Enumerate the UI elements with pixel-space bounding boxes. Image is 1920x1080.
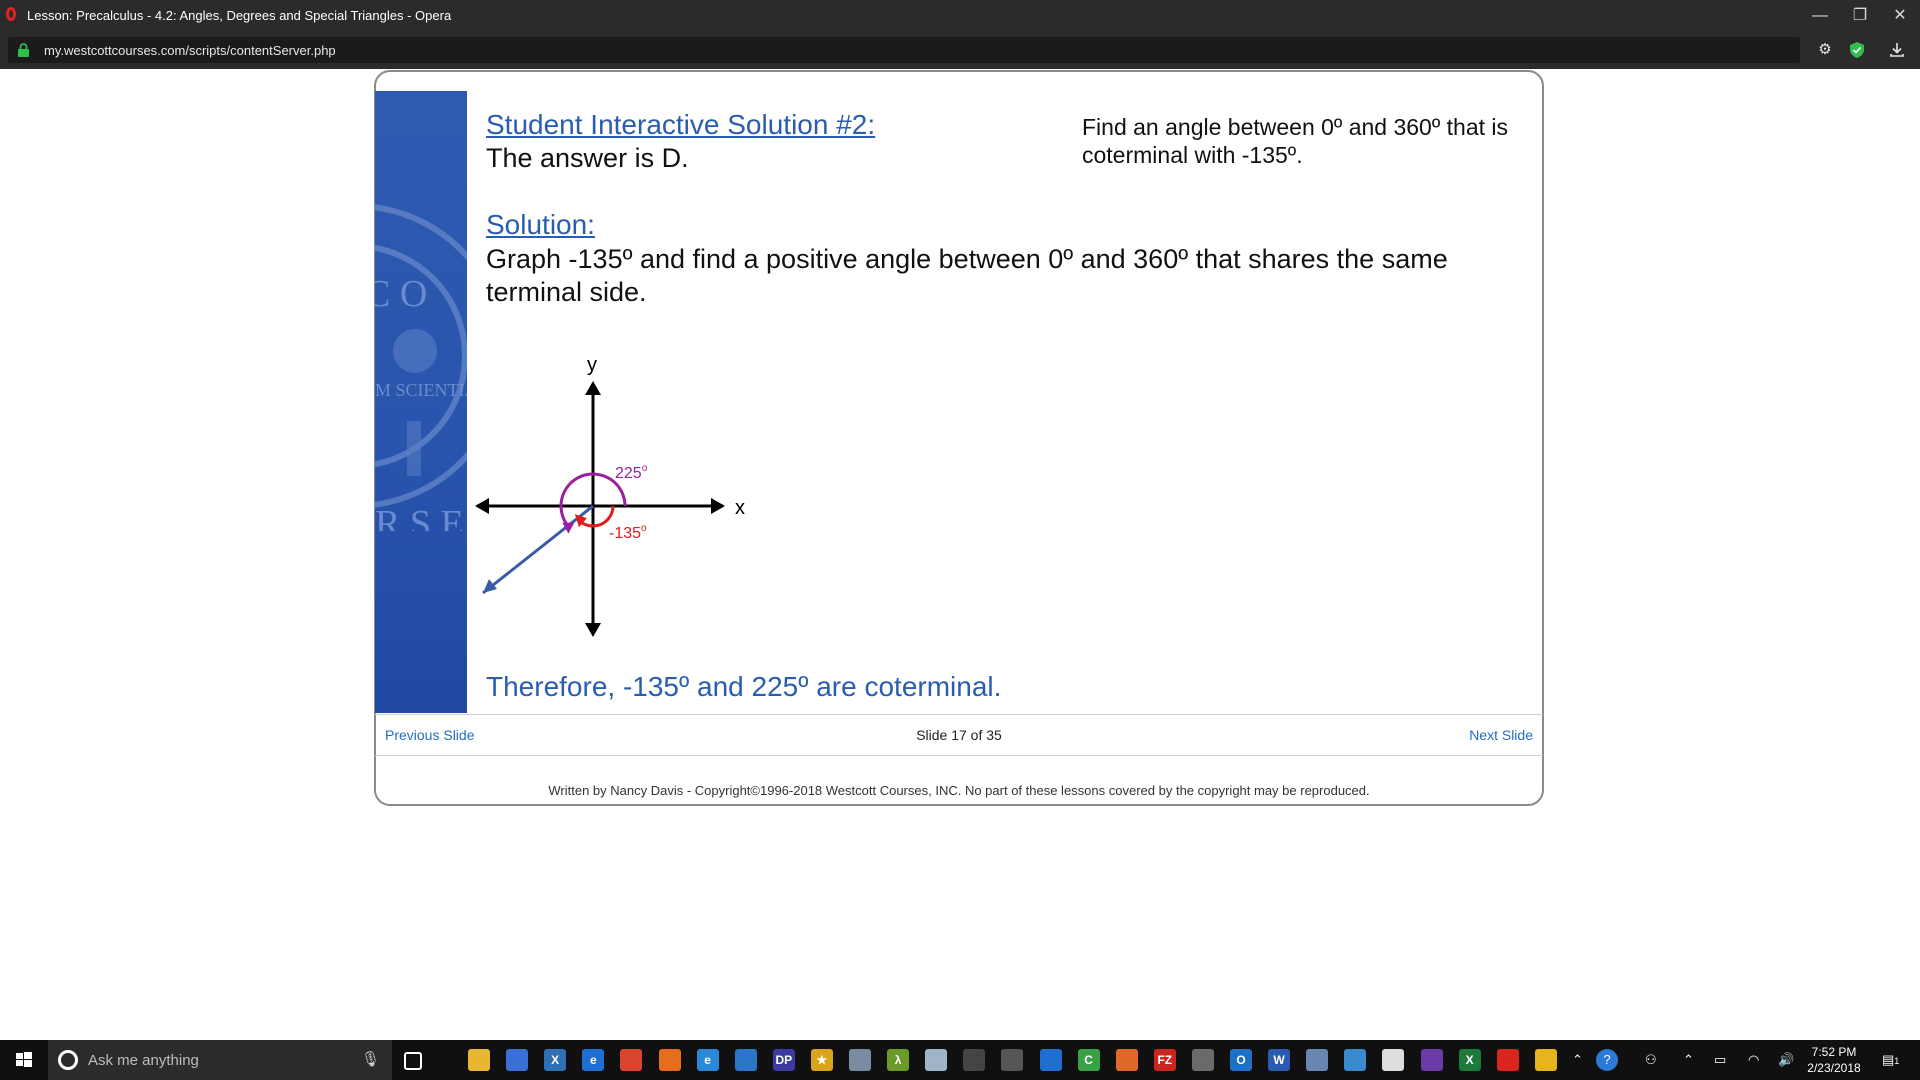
gear-icon[interactable]: ⚙ [1816, 41, 1834, 59]
camtasia-icon[interactable]: C [1077, 1049, 1100, 1071]
minimize-button[interactable]: — [1800, 0, 1840, 31]
y-axis-arrow-up [585, 381, 601, 395]
shield-icon[interactable] [1848, 41, 1866, 59]
solution-number-heading: Student Interactive Solution #2: [486, 109, 876, 140]
xampp-icon[interactable] [1115, 1049, 1138, 1071]
download-icon[interactable] [1888, 41, 1906, 59]
seal-text-bottom: R S E [375, 503, 464, 531]
coterminal-angle-diagram: x y 225o -135o [475, 354, 745, 637]
notification-icon: ▤ [1882, 1052, 1895, 1067]
windows-start-icon[interactable] [0, 1040, 48, 1080]
angle-label-225: 225o [615, 463, 648, 482]
lock-icon [18, 43, 29, 57]
network-app-icon[interactable] [1306, 1049, 1329, 1071]
solution-text: Graph -135º and find a positive angle be… [486, 244, 1448, 307]
outlook-icon[interactable]: O [1230, 1049, 1252, 1071]
angle-label-neg-135: -135o [609, 523, 647, 542]
search-placeholder: Ask me anything [88, 1052, 199, 1069]
powershell-icon[interactable] [734, 1049, 757, 1071]
clock-date: 2/23/2018 [1807, 1061, 1861, 1075]
cortana-search-box[interactable]: Ask me anything 🎙 [48, 1040, 392, 1080]
file-explorer-icon[interactable] [468, 1049, 490, 1071]
visual-studio-icon[interactable] [1420, 1049, 1443, 1071]
restore-button[interactable]: ❐ [1840, 0, 1880, 31]
copyright-notice: Written by Nancy Davis - Copyright©1996-… [548, 783, 1370, 798]
conclusion-text: Therefore, -135º and 225º are coterminal… [486, 671, 1002, 702]
window-title: Lesson: Precalculus - 4.2: Angles, Degre… [27, 8, 452, 23]
mail-icon[interactable] [1382, 1049, 1405, 1071]
show-hidden-icons[interactable]: ⌃ [1683, 1052, 1694, 1068]
star-app-icon[interactable]: ★ [810, 1049, 833, 1071]
tool-app-icon[interactable] [849, 1049, 871, 1071]
dp-app-icon[interactable]: DP [772, 1049, 795, 1071]
microphone-icon[interactable]: 🎙 [361, 1050, 380, 1068]
task-view-icon[interactable] [404, 1052, 422, 1070]
url-field[interactable]: my.westcottcourses.com/scripts/contentSe… [8, 37, 1800, 63]
angle-arc-neg-135 [577, 505, 615, 528]
x-axis-arrow-left [475, 498, 489, 514]
lambda-app-icon[interactable]: λ [887, 1049, 910, 1071]
people-icon[interactable]: ⚇ [1645, 1052, 1657, 1068]
teamviewer-icon[interactable] [1039, 1049, 1062, 1071]
chevron-up-icon[interactable]: ⌃ [1572, 1052, 1583, 1068]
taskbar: Ask me anything 🎙 Xe e DP ★ λ C FZ O W X ⌃ ? ⚇ ⌃ … [0, 1040, 1920, 1080]
chrome-icon[interactable] [620, 1049, 643, 1071]
system-clock[interactable]: 7:52 PM 2/23/2018 [1800, 1044, 1868, 1076]
slide-navigation: Previous Slide Slide 17 of 35 Next Slide [375, 714, 1543, 756]
seal-text-middle: M SCIENTIA [375, 380, 467, 400]
terminal-side-arrowhead [483, 579, 497, 593]
help-icon[interactable]: ? [1596, 1049, 1618, 1071]
remote-app-icon[interactable] [1344, 1049, 1367, 1071]
opera-icon[interactable] [1496, 1049, 1519, 1071]
wifi-icon[interactable]: ◠ [1748, 1052, 1759, 1068]
answer-text: The answer is D. [486, 143, 689, 173]
battery-icon[interactable]: ▭ [1714, 1052, 1726, 1068]
x-axis-arrow-right [711, 498, 725, 514]
word-icon[interactable]: W [1268, 1049, 1291, 1071]
slides-app-icon[interactable] [1534, 1049, 1557, 1071]
clock-time: 7:52 PM [1811, 1045, 1857, 1059]
slide: C O M SCIENTIA R S E Student Interactive… [375, 91, 1543, 713]
notification-center-icon[interactable]: ▤1 [1882, 1052, 1899, 1068]
filezilla-icon[interactable]: FZ [1153, 1049, 1176, 1071]
next-slide-link[interactable]: Next Slide [1469, 727, 1533, 743]
x-axis-label: x [735, 497, 745, 519]
edge-icon[interactable]: e [582, 1049, 605, 1071]
seal-text-top: C O [375, 273, 427, 315]
x-app-icon[interactable]: X [544, 1049, 567, 1071]
notification-count: 1 [1894, 1056, 1900, 1066]
volume-icon[interactable]: 🔊 [1778, 1052, 1794, 1068]
ie-icon[interactable]: e [696, 1049, 719, 1071]
firefox-icon[interactable] [658, 1049, 681, 1071]
title-bar: Lesson: Precalculus - 4.2: Angles, Degre… [0, 0, 1920, 31]
slide-side-banner: C O M SCIENTIA R S E [375, 91, 467, 713]
opera-logo-icon [6, 7, 16, 21]
y-axis-label: y [587, 354, 597, 376]
excel-icon[interactable]: X [1458, 1049, 1481, 1071]
slide-counter: Slide 17 of 35 [916, 727, 1002, 743]
store-icon[interactable] [506, 1049, 529, 1071]
sublime-icon[interactable] [1191, 1049, 1214, 1071]
close-button[interactable]: ✕ [1880, 0, 1920, 31]
url-text: my.westcottcourses.com/scripts/contentSe… [44, 43, 336, 58]
unity-app-icon[interactable] [963, 1049, 986, 1071]
solution-heading: Solution: [486, 209, 595, 240]
college-seal-watermark: C O M SCIENTIA R S E [375, 204, 467, 531]
y-axis-arrow-down [585, 623, 601, 637]
question-text: Find an angle between 0º and 360º that i… [1082, 114, 1508, 168]
cortana-icon [58, 1050, 78, 1070]
calculator-icon[interactable] [1001, 1049, 1024, 1071]
pencil-app-icon[interactable] [925, 1049, 948, 1071]
address-bar: my.westcottcourses.com/scripts/contentSe… [0, 31, 1920, 69]
